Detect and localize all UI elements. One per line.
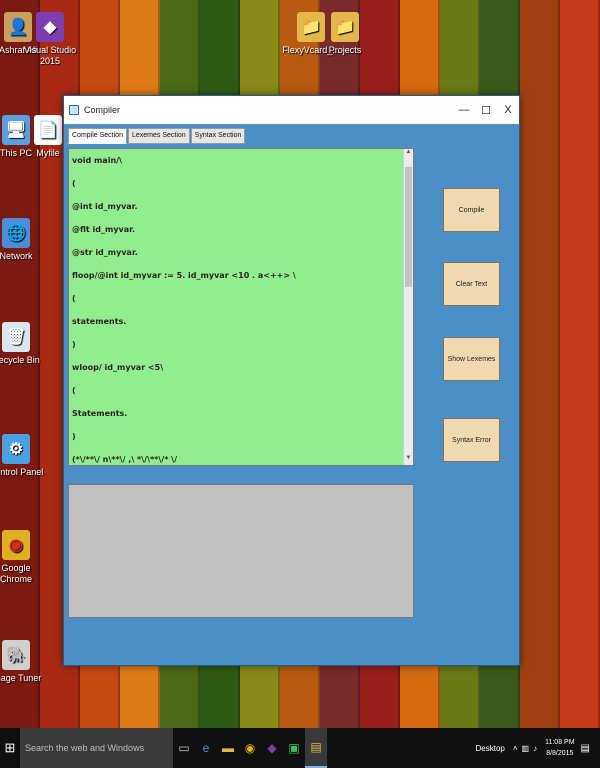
code-line: ) bbox=[72, 340, 76, 349]
visual-studio-taskbar-icon[interactable]: ◆ bbox=[261, 728, 283, 768]
desktop-icon-label: Network bbox=[0, 251, 33, 261]
desktop-icon-label: Control Panel bbox=[0, 467, 44, 477]
code-line: ( bbox=[72, 179, 76, 188]
notification-icon[interactable]: ▤ bbox=[581, 743, 590, 754]
scroll-down-icon[interactable]: ▼ bbox=[404, 455, 413, 465]
clock[interactable]: 11:08 PM 8/8/2015 bbox=[545, 737, 574, 759]
desktop-icon-label: Google Chrome bbox=[0, 563, 32, 584]
code-line: @flt id_myvar. bbox=[72, 225, 136, 234]
code-line: statements. bbox=[72, 317, 127, 326]
code-line: ( bbox=[72, 386, 76, 395]
tab-strip: Compile Section Lexemes Section Syntax S… bbox=[68, 128, 246, 144]
compile-button[interactable]: Compile bbox=[443, 188, 500, 232]
desktop-icon-label: Image Tuner bbox=[0, 673, 42, 683]
code-editor[interactable]: void main/\ ( @int id_myvar. @flt id_myv… bbox=[68, 148, 414, 466]
visual-studio-icon: ◆ bbox=[36, 12, 64, 42]
code-lines: void main/\ ( @int id_myvar. @flt id_myv… bbox=[72, 155, 401, 465]
tab-syntax-section[interactable]: Syntax Section bbox=[190, 128, 246, 144]
desktop-icon-projects[interactable]: 📁 Projects bbox=[315, 12, 375, 56]
control-panel-icon: ⚙ bbox=[2, 434, 30, 464]
taskbar: ⊞ Search the web and Windows ▭ e ▬ ◉ ◆ ▣… bbox=[0, 728, 600, 768]
desktop-icon-visual-studio[interactable]: ◆ Visual Studio 2015 bbox=[20, 12, 80, 67]
file-explorer-icon[interactable]: ▬ bbox=[217, 728, 239, 768]
code-line: @int id_myvar. bbox=[72, 202, 138, 211]
syntax-error-button[interactable]: Syntax Error bbox=[443, 418, 500, 462]
wallpaper-plank bbox=[560, 0, 600, 728]
title-bar[interactable]: Compiler — ☐ X bbox=[64, 96, 519, 124]
desktop-icon-chrome[interactable]: ◉ Google Chrome bbox=[0, 530, 46, 585]
app-icon bbox=[69, 105, 79, 115]
wallpaper-plank bbox=[520, 0, 560, 728]
network-icon: 🌐 bbox=[2, 218, 30, 248]
desktop-icon-label: Myfile bbox=[36, 148, 60, 158]
window-title: Compiler bbox=[84, 105, 121, 115]
recycle-bin-icon: 🗑 bbox=[2, 322, 30, 352]
compiler-taskbar-icon[interactable]: ▤ bbox=[305, 728, 327, 768]
windows-start-icon[interactable]: ⊞ bbox=[0, 728, 20, 768]
code-line: floop/@int id_myvar := 5. id_myvar <10 .… bbox=[72, 271, 296, 280]
task-view-icon[interactable]: ▭ bbox=[173, 728, 195, 768]
app-taskbar-icon[interactable]: ▣ bbox=[283, 728, 305, 768]
elephant-icon: 🐘 bbox=[2, 640, 30, 670]
clock-time: 11:08 PM bbox=[545, 739, 575, 746]
clock-date: 8/8/2015 bbox=[546, 750, 574, 757]
maximize-button[interactable]: ☐ bbox=[475, 96, 497, 124]
volume-icon[interactable]: ♪ bbox=[533, 744, 537, 753]
network-tray-icon[interactable]: ▥ bbox=[522, 744, 530, 753]
minimize-button[interactable]: — bbox=[453, 96, 475, 124]
desktop-icon-label: Recycle Bin bbox=[0, 355, 40, 365]
chrome-icon: ◉ bbox=[2, 530, 30, 560]
close-button[interactable]: X bbox=[497, 96, 519, 124]
chevron-up-icon[interactable]: ˄ bbox=[513, 744, 518, 753]
code-line: wloop/ id_myvar <5\ bbox=[72, 363, 164, 372]
folder-icon: 📁 bbox=[331, 12, 359, 42]
desktop-icon-image-tuner[interactable]: 🐘 Image Tuner bbox=[0, 640, 46, 684]
show-lexemes-button[interactable]: Show Lexemes bbox=[443, 337, 500, 381]
search-box[interactable]: Search the web and Windows bbox=[20, 728, 173, 768]
editor-scrollbar[interactable]: ▲ ▼ bbox=[403, 149, 413, 465]
desktop-icon-recycle-bin[interactable]: 🗑 Recycle Bin bbox=[0, 322, 46, 366]
compile-tab-page: void main/\ ( @int id_myvar. @flt id_myv… bbox=[68, 144, 418, 667]
edge-icon[interactable]: e bbox=[195, 728, 217, 768]
desktop-icon-label: Visual Studio 2015 bbox=[23, 45, 77, 66]
document-icon: 📄 bbox=[34, 115, 62, 145]
tab-lexemes-section[interactable]: Lexemes Section bbox=[127, 128, 190, 144]
scrollbar-thumb[interactable] bbox=[405, 167, 412, 287]
output-panel bbox=[68, 484, 414, 618]
desktop-icon-label: Projects bbox=[328, 45, 362, 55]
code-line: @str id_myvar. bbox=[72, 248, 138, 257]
desktop-icon-network[interactable]: 🌐 Network bbox=[0, 218, 46, 262]
chrome-taskbar-icon[interactable]: ◉ bbox=[239, 728, 261, 768]
desktop-toolbar-label[interactable]: Desktop bbox=[476, 744, 505, 753]
code-line: void main/\ bbox=[72, 156, 122, 165]
code-line: Statements. bbox=[72, 409, 128, 418]
tab-compile-section[interactable]: Compile Section bbox=[68, 128, 127, 144]
system-tray: Desktop ˄ ▥ ♪ 11:08 PM 8/8/2015 ▤ bbox=[476, 728, 600, 768]
desktop-icon-control-panel[interactable]: ⚙ Control Panel bbox=[0, 434, 46, 478]
clear-text-button[interactable]: Clear Text bbox=[443, 262, 500, 306]
scroll-up-icon[interactable]: ▲ bbox=[404, 149, 413, 159]
code-line: ( bbox=[72, 294, 76, 303]
compiler-window: Compiler — ☐ X Compile Section Lexemes S… bbox=[63, 95, 520, 666]
code-line: (*\/**\/ n\**\/ ,\ *\/\**\/* \/ bbox=[72, 455, 178, 464]
code-line: ) bbox=[72, 432, 76, 441]
